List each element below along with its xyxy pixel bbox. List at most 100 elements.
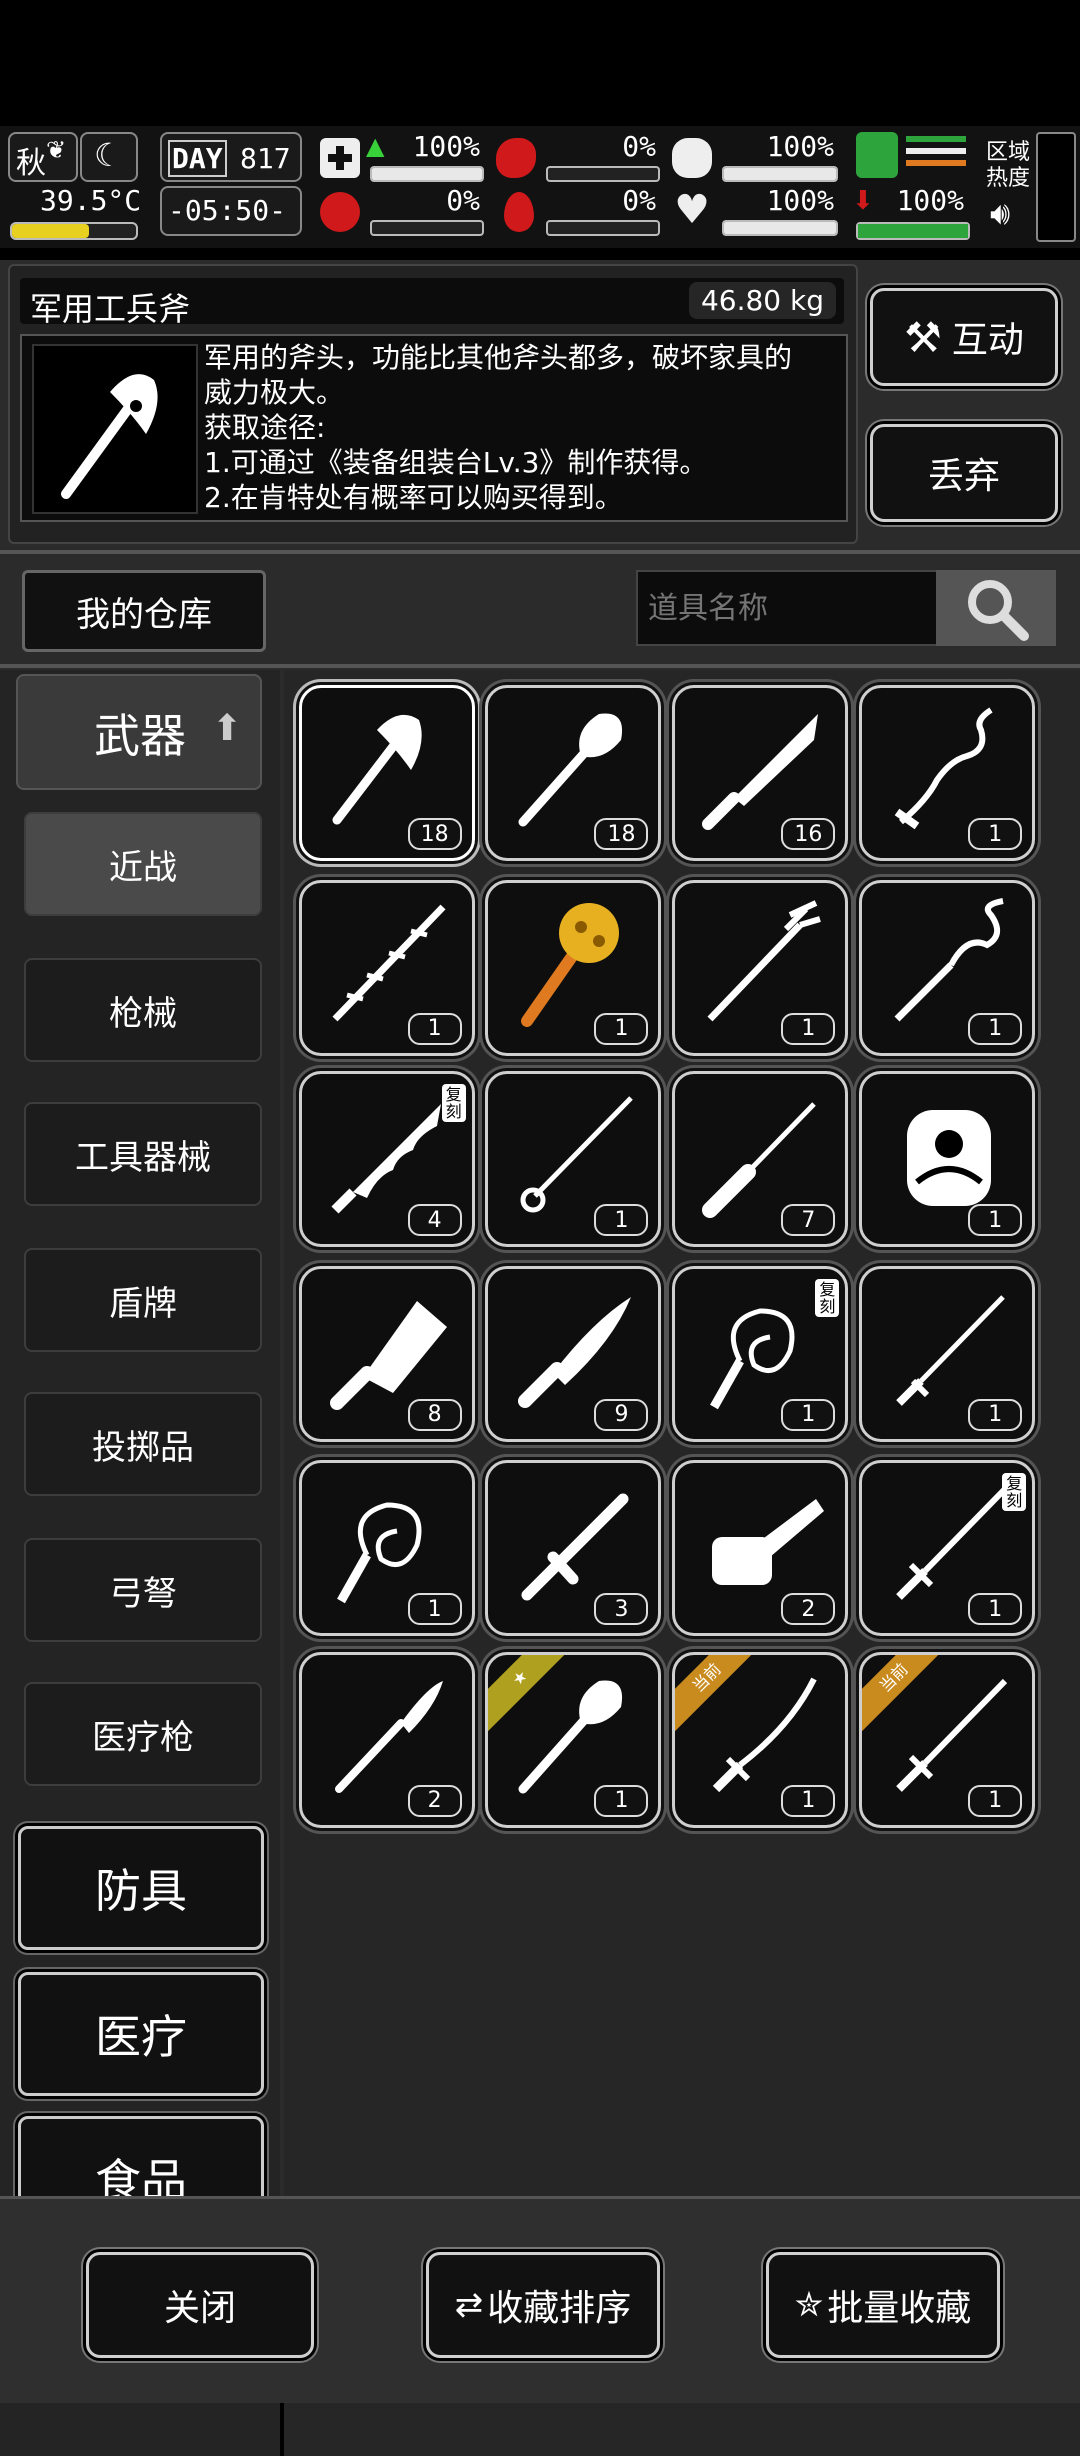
sub-category-throwables[interactable]: 投掷品 bbox=[24, 1392, 262, 1496]
item-count: 2 bbox=[781, 1593, 836, 1626]
item-slot[interactable]: 2 bbox=[672, 1460, 849, 1637]
item-slot[interactable]: 9 bbox=[485, 1265, 662, 1442]
stat-infection-bar bbox=[370, 220, 484, 236]
item-slot[interactable]: 1 bbox=[485, 879, 662, 1056]
collapse-arrow-icon[interactable]: ⬆ bbox=[212, 708, 242, 749]
item-slot[interactable]: 3 bbox=[485, 1460, 662, 1637]
search-input[interactable] bbox=[636, 570, 956, 646]
item-slot[interactable]: 1 bbox=[859, 1265, 1036, 1442]
item-count: 1 bbox=[968, 1784, 1023, 1817]
desc-line: 军用的斧头，功能比其他斧头都多，破坏家具的 bbox=[204, 341, 793, 374]
item-count: 1 bbox=[594, 1204, 649, 1237]
item-slot[interactable]: 1 bbox=[485, 1071, 662, 1248]
stat-bleeding-bar bbox=[546, 220, 660, 236]
item-slot[interactable]: 1 复刻 bbox=[859, 1460, 1036, 1637]
item-count: 8 bbox=[407, 1398, 462, 1431]
temperature-bar bbox=[10, 222, 138, 240]
weapon-category[interactable]: 武器 ⬆ bbox=[16, 674, 262, 790]
item-count: 1 bbox=[968, 818, 1023, 851]
desc-line: 2.在肯特处有概率可以购买得到。 bbox=[204, 481, 623, 514]
weapon-label: 武器 bbox=[94, 709, 186, 763]
replica-tag: 复刻 bbox=[815, 1278, 840, 1317]
boot-icon bbox=[856, 132, 898, 178]
area-heat-label: 区域热度 bbox=[986, 140, 1031, 191]
item-slot[interactable]: 1 当前 bbox=[859, 1651, 1036, 1828]
desc-line: 获取途径: bbox=[204, 411, 326, 444]
item-slot[interactable]: 7 bbox=[672, 1071, 849, 1248]
stat-health-value: 100% bbox=[412, 130, 480, 163]
item-count: 1 bbox=[968, 1204, 1023, 1237]
item-slot[interactable]: 1 bbox=[298, 1460, 475, 1637]
item-slot[interactable]: 1 bbox=[859, 685, 1036, 862]
item-slot[interactable]: 16 bbox=[672, 685, 849, 862]
item-slot[interactable]: 1 bbox=[298, 879, 475, 1056]
sub-category-shields[interactable]: 盾牌 bbox=[24, 1248, 262, 1352]
sub-category-firearms[interactable]: 枪械 bbox=[24, 958, 262, 1062]
stamina-value: 100% bbox=[896, 184, 964, 217]
stat-infection-value: 0% bbox=[446, 184, 480, 217]
stamina-stripes bbox=[906, 136, 966, 176]
stomach-icon bbox=[496, 138, 536, 178]
sort-label: 收藏排序 bbox=[487, 2288, 632, 2329]
batch-favorite-button[interactable]: ✮ 批量收藏 bbox=[766, 2252, 1000, 2358]
item-slot[interactable]: 4 复刻 bbox=[298, 1071, 475, 1248]
category-armor[interactable]: 防具 bbox=[18, 1826, 264, 1950]
item-slot[interactable]: 8 bbox=[298, 1265, 475, 1442]
item-slot[interactable]: 1 复刻 bbox=[672, 1265, 849, 1442]
discard-button[interactable]: 丢弃 bbox=[870, 424, 1058, 522]
item-slot[interactable]: 2 bbox=[298, 1651, 475, 1828]
stat-mood-bar bbox=[722, 220, 838, 236]
item-slot[interactable]: 1 ★ bbox=[485, 1651, 662, 1828]
item-weight: 46.80 kg bbox=[688, 282, 836, 319]
item-count: 16 bbox=[781, 818, 836, 851]
favorite-sort-button[interactable]: ⇄ 收藏排序 bbox=[426, 2252, 660, 2358]
item-name: 军用工兵斧 bbox=[30, 290, 191, 328]
replica-tag: 复刻 bbox=[441, 1084, 466, 1123]
season-box: 秋 ❦ bbox=[8, 132, 78, 182]
category-medical[interactable]: 医疗 bbox=[18, 1972, 264, 2096]
interact-icon: ⚒ bbox=[904, 312, 942, 362]
heart-icon: ♥ bbox=[674, 187, 710, 233]
desc-line: 威力极大。 bbox=[204, 376, 345, 409]
item-count: 1 bbox=[594, 1012, 649, 1045]
item-count: 18 bbox=[594, 818, 649, 851]
item-slot[interactable]: 18 bbox=[298, 685, 475, 862]
sub-category-tools[interactable]: 工具器械 bbox=[24, 1102, 262, 1206]
item-count: 18 bbox=[407, 818, 462, 851]
stat-health-bar bbox=[370, 166, 484, 182]
item-slot[interactable]: 1 当前 bbox=[672, 1651, 849, 1828]
item-slot[interactable]: 1 bbox=[672, 879, 849, 1056]
search-box bbox=[636, 570, 1058, 646]
temperature-label: 39.5°C bbox=[40, 184, 142, 217]
stat-energy-value: 100% bbox=[766, 130, 834, 163]
replica-tag: 复刻 bbox=[1002, 1473, 1027, 1512]
sub-category-medgun[interactable]: 医疗枪 bbox=[24, 1682, 262, 1786]
item-title-bar: 军用工兵斧 46.80 kg bbox=[20, 278, 844, 328]
speaker-icon[interactable]: 🔊︎ bbox=[990, 194, 1010, 233]
area-heat-meter bbox=[1036, 132, 1076, 242]
status-bar: 秋 ❦ ☾ 39.5°C DAY 817 -05:50- ▲ 100% 0% 1… bbox=[0, 126, 1080, 248]
leaf-icon: ❦ bbox=[46, 136, 67, 164]
item-slot[interactable]: 1 bbox=[859, 879, 1036, 1056]
item-slot[interactable]: 18 bbox=[485, 685, 662, 862]
item-count: 1 bbox=[594, 1784, 649, 1817]
time-box: -05:50- bbox=[160, 186, 302, 236]
day-box: DAY 817 bbox=[160, 132, 302, 182]
sub-category-melee[interactable]: 近战 bbox=[24, 812, 262, 916]
item-desc-box: 军用的斧头，功能比其他斧头都多，破坏家具的 威力极大。 获取途径: 1.可通过《… bbox=[20, 334, 848, 522]
search-button[interactable] bbox=[936, 570, 1056, 646]
item-count: 9 bbox=[594, 1398, 649, 1431]
close-button[interactable]: 关闭 bbox=[86, 2252, 314, 2358]
blood-drop-icon bbox=[504, 192, 534, 232]
stat-health-fill bbox=[372, 168, 482, 180]
item-slot[interactable]: 1 bbox=[859, 1071, 1036, 1248]
stat-hunger-value: 0% bbox=[622, 130, 656, 163]
interact-button[interactable]: ⚒ 互动 bbox=[870, 288, 1058, 386]
item-count: 1 bbox=[968, 1398, 1023, 1431]
item-grid: 18 18 16 1 1 1 1 1 4 复刻 1 7 1 8 9 1 复刻 1 1 3 2 1 复刻 2 1 ★ 1 当前 1 当前 bbox=[284, 670, 1080, 2456]
stat-hunger-bar bbox=[546, 166, 660, 182]
moon-icon: ☾ bbox=[80, 132, 138, 182]
item-info-box: 军用工兵斧 46.80 kg 军用的斧头，功能比其他斧头都多，破坏家具的 威力极… bbox=[8, 264, 858, 544]
sub-category-bows[interactable]: 弓弩 bbox=[24, 1538, 262, 1642]
stat-energy-bar bbox=[722, 166, 838, 182]
